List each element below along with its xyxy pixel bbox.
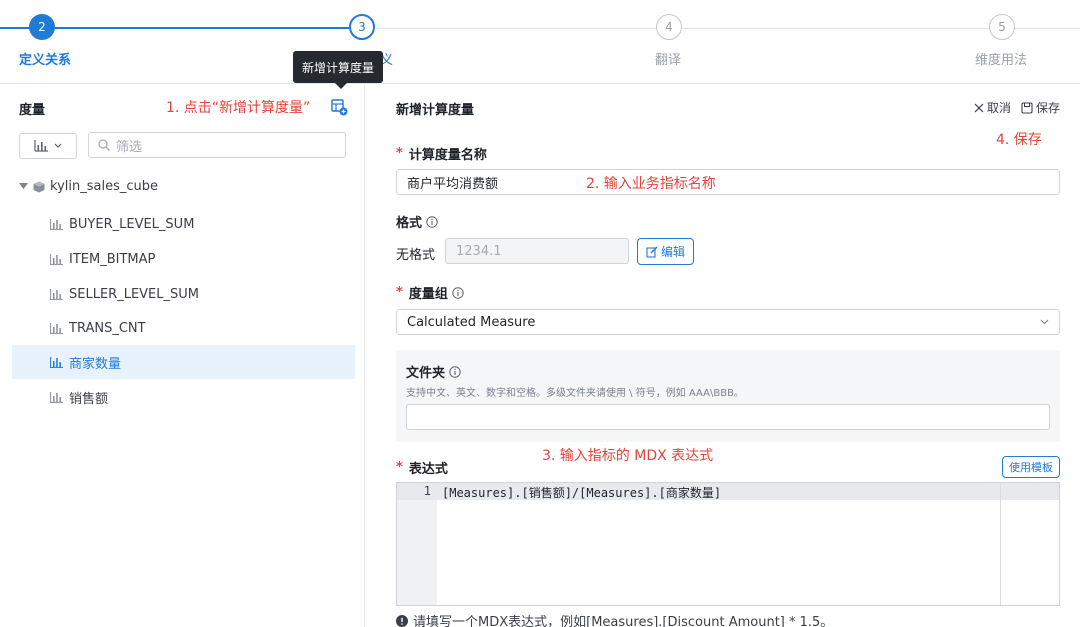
group-label: 度量组 [408, 287, 448, 302]
measure-name-input[interactable]: 商户平均消费额 [396, 169, 1060, 195]
edit-format-button[interactable]: 编辑 [637, 238, 694, 265]
measures-panel: 度量 1. 点击“新增计算度量” 筛选 kylin_sales_cube BUY… [0, 85, 365, 627]
required-mark: * [396, 460, 403, 475]
form-actions: 取消 保存 [974, 99, 1060, 116]
required-mark: * [396, 285, 403, 300]
step-3-circle[interactable]: 3 [349, 14, 375, 40]
measure-item[interactable]: ITEM_BITMAP [12, 242, 355, 276]
measure-label: TRANS_CNT [69, 320, 146, 336]
step-4-circle[interactable]: 4 [656, 14, 682, 40]
measure-name-value: 商户平均消费额 [407, 176, 499, 192]
measure-group-select[interactable]: Calculated Measure [396, 309, 1060, 335]
measures-title: 度量 [19, 103, 46, 118]
info-icon[interactable] [449, 365, 461, 378]
stepper: 2 定义关系 3 义 4 翻译 5 维度用法 新增计算度量 [0, 0, 1080, 84]
annotation-step-1: 1. 点击“新增计算度量” [166, 100, 311, 116]
chevron-down-icon [54, 143, 62, 148]
step-2-label[interactable]: 定义关系 [19, 49, 71, 68]
info-icon[interactable] [426, 215, 438, 228]
edit-label: 编辑 [660, 245, 685, 259]
cancel-button[interactable]: 取消 [974, 99, 1011, 116]
add-calculated-measure-icon[interactable] [331, 99, 348, 120]
measure-label: ITEM_BITMAP [69, 251, 156, 267]
measure-label: BUYER_LEVEL_SUM [69, 216, 195, 232]
measure-bar-icon [50, 253, 63, 265]
caret-down-icon [19, 183, 28, 189]
format-value-input: 1234.1 [445, 238, 629, 264]
measure-item-selected[interactable]: 商家数量 [12, 345, 355, 379]
measure-group-value: Calculated Measure [407, 314, 536, 330]
filter-input[interactable]: 筛选 [88, 132, 346, 158]
measure-bar-icon [50, 322, 63, 334]
close-icon [974, 103, 984, 112]
step-2-circle[interactable]: 2 [29, 14, 55, 40]
add-measure-tooltip: 新增计算度量 [293, 51, 383, 83]
measure-bar-icon [50, 356, 63, 368]
cube-name: kylin_sales_cube [50, 179, 158, 194]
annotation-step-2: 2. 输入业务指标名称 [586, 176, 716, 192]
form-title: 新增计算度量 [396, 103, 475, 118]
format-value: 1234.1 [456, 243, 502, 259]
required-mark: * [396, 146, 403, 161]
cube-tree-node[interactable]: kylin_sales_cube [19, 179, 158, 194]
format-label: 格式 [396, 216, 423, 231]
editor-print-margin [1000, 483, 1001, 605]
measure-bar-icon [50, 218, 63, 230]
mdx-editor[interactable]: 1 [Measures].[销售额]/[Measures].[商家数量] [396, 482, 1060, 606]
measure-label: 销售额 [69, 391, 109, 407]
expression-hint-text: 请填写一个MDX表达式，例如[Measures].[Discount Amoun… [413, 615, 834, 627]
filter-placeholder: 筛选 [116, 139, 143, 155]
save-icon [1021, 101, 1033, 114]
folder-input[interactable] [406, 404, 1050, 430]
measure-item[interactable]: BUYER_LEVEL_SUM [12, 207, 355, 241]
chart-type-select[interactable] [19, 133, 77, 159]
warning-circle-icon [396, 614, 408, 627]
format-type: 无格式 [396, 248, 436, 263]
step-line-todo [377, 28, 1080, 29]
folder-label-row: 文件夹 [406, 362, 461, 381]
expression-label-row: * 表达式 [396, 458, 448, 477]
measure-bar-icon [50, 288, 63, 300]
annotation-step-3: 3. 输入指标的 MDX 表达式 [542, 448, 714, 464]
name-label: 计算度量名称 [408, 148, 487, 163]
save-button[interactable]: 保存 [1021, 99, 1060, 116]
edit-icon [646, 246, 658, 258]
search-icon [98, 139, 110, 151]
cancel-label: 取消 [986, 101, 1011, 115]
expression-hint: 请填写一个MDX表达式，例如[Measures].[Discount Amoun… [396, 611, 833, 627]
bar-chart-icon [34, 140, 48, 152]
format-label-row: 格式 [396, 212, 438, 231]
measure-item[interactable]: 销售额 [12, 380, 355, 414]
expression-label: 表达式 [408, 462, 448, 477]
step-4-label[interactable]: 翻译 [655, 49, 681, 68]
calculated-measure-form: 新增计算度量 取消 保存 4. 保存 * 计算度量名称 商户平均消费额 2. 输… [366, 85, 1080, 627]
chevron-down-icon [1040, 319, 1049, 325]
use-template-button[interactable]: 使用模板 [1002, 456, 1060, 478]
measure-label: SELLER_LEVEL_SUM [69, 286, 199, 302]
editor-gutter [397, 483, 437, 605]
group-label-row: * 度量组 [396, 283, 464, 302]
name-label-row: * 计算度量名称 [396, 144, 487, 163]
step-5-label[interactable]: 维度用法 [975, 49, 1027, 68]
folder-label: 文件夹 [406, 366, 446, 381]
line-number: 1 [423, 484, 431, 498]
mdx-code[interactable]: [Measures].[销售额]/[Measures].[商家数量] [442, 484, 721, 501]
cube-icon [33, 181, 45, 192]
annotation-step-4: 4. 保存 [996, 132, 1042, 148]
measure-bar-icon [50, 391, 63, 403]
measure-label: 商家数量 [69, 356, 122, 372]
measure-item[interactable]: SELLER_LEVEL_SUM [12, 277, 355, 311]
folder-hint: 支持中文、英文、数字和空格。多级文件夹请使用 \ 符号，例如 AAA\BBB。 [406, 388, 744, 399]
step-5-circle[interactable]: 5 [989, 14, 1015, 40]
info-icon[interactable] [452, 286, 464, 299]
measure-item[interactable]: TRANS_CNT [12, 311, 355, 345]
save-label: 保存 [1035, 101, 1060, 115]
